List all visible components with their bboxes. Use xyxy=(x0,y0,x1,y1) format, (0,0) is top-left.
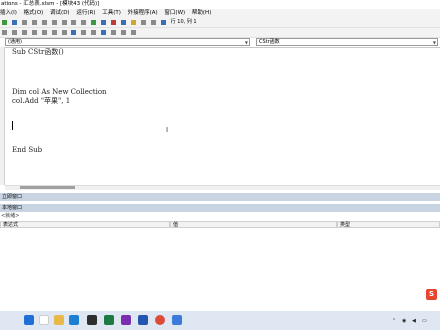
copy-icon[interactable] xyxy=(41,20,47,25)
save-icon[interactable] xyxy=(21,20,27,25)
paste-icon[interactable] xyxy=(51,20,57,25)
list-properties-icon[interactable] xyxy=(2,30,7,35)
next-bookmark-icon[interactable] xyxy=(111,30,117,35)
menu-bar: 插入(I) 格式(O) 调试(D) 运行(R) 工具(T) 外接程序(A) 窗口… xyxy=(0,9,440,18)
standard-toolbar: 行 10, 列 1 xyxy=(0,18,440,28)
menu-help[interactable]: 帮助(H) xyxy=(192,10,211,16)
previous-bookmark-icon[interactable] xyxy=(121,30,127,35)
menu-insert[interactable]: 插入(I) xyxy=(0,10,17,16)
clock[interactable]: ▭ xyxy=(422,318,427,324)
column-header-value[interactable]: 值 xyxy=(170,221,337,228)
insert-module-icon[interactable] xyxy=(11,20,17,25)
view-excel-icon[interactable] xyxy=(2,20,7,25)
design-mode-icon[interactable] xyxy=(121,20,127,25)
menu-debug[interactable]: 调试(D) xyxy=(50,10,70,16)
windows-taskbar xyxy=(0,311,440,330)
ibeam-cursor-icon: I xyxy=(166,126,169,134)
code-line: End Sub xyxy=(12,146,43,154)
chrome-icon[interactable] xyxy=(155,315,165,325)
toggle-bookmark-icon[interactable] xyxy=(101,30,107,35)
cursor-position: 行 10, 列 1 xyxy=(170,19,197,25)
locals-context: <就绪> xyxy=(1,213,20,219)
object-combo-value: (通用) xyxy=(8,39,22,45)
quick-info-icon[interactable] xyxy=(21,30,27,35)
comment-block-icon[interactable] xyxy=(81,30,87,35)
locals-table[interactable] xyxy=(0,221,440,311)
find-icon[interactable] xyxy=(61,20,67,25)
properties-icon[interactable] xyxy=(140,20,146,25)
chevron-down-icon: ▼ xyxy=(432,40,436,45)
text-caret xyxy=(12,121,13,130)
parameter-info-icon[interactable] xyxy=(31,30,37,35)
chevron-down-icon: ▼ xyxy=(244,40,248,45)
margin-indicator-bar[interactable] xyxy=(0,47,5,185)
menu-format[interactable]: 格式(O) xyxy=(24,10,44,16)
code-editor[interactable] xyxy=(0,47,440,185)
object-combo[interactable]: (通用) ▼ xyxy=(5,38,250,46)
code-line: Sub CStr函数() xyxy=(12,48,64,56)
complete-word-icon[interactable] xyxy=(41,30,47,35)
outdent-icon[interactable] xyxy=(61,30,67,35)
locals-window-header[interactable]: 本地窗口 xyxy=(0,204,440,212)
reset-icon[interactable] xyxy=(111,20,117,25)
column-header-type[interactable]: 类型 xyxy=(337,221,440,228)
network-icon[interactable]: ◉ xyxy=(402,318,406,324)
menu-window[interactable]: 窗口(W) xyxy=(164,10,185,16)
list-constants-icon[interactable] xyxy=(11,30,17,35)
edit-toolbar xyxy=(0,28,440,38)
uncomment-block-icon[interactable] xyxy=(91,30,97,35)
run-icon[interactable] xyxy=(91,20,97,25)
menu-addins[interactable]: 外接程序(A) xyxy=(128,10,158,16)
menu-tools[interactable]: 工具(T) xyxy=(102,10,121,16)
word-icon[interactable] xyxy=(138,315,148,325)
immediate-window-header[interactable]: 立即窗口 xyxy=(0,193,440,201)
edge-icon[interactable] xyxy=(69,315,79,325)
object-browser-icon[interactable] xyxy=(150,20,156,25)
redo-icon[interactable] xyxy=(81,20,87,25)
column-header-expression[interactable]: 表达式 xyxy=(0,221,170,228)
volume-icon[interactable]: ◀ xyxy=(412,318,416,324)
file-explorer-icon[interactable] xyxy=(54,315,64,325)
vba-editor-icon[interactable] xyxy=(121,315,131,325)
start-icon[interactable] xyxy=(24,315,34,325)
app-icon[interactable] xyxy=(87,315,97,325)
menu-run[interactable]: 运行(R) xyxy=(76,10,95,16)
window-title: ations - 汇总表.xlsm - [模块43 (代码)] xyxy=(0,0,440,9)
break-icon[interactable] xyxy=(101,20,107,25)
project-explorer-icon[interactable] xyxy=(130,20,136,25)
tray-chevron-icon[interactable]: ⌃ xyxy=(392,318,396,324)
code-line: Dim col As New Collection xyxy=(12,88,107,96)
cut-icon[interactable] xyxy=(31,20,37,25)
indent-icon[interactable] xyxy=(51,30,57,35)
wps-floating-icon[interactable]: S xyxy=(426,289,437,300)
scrollbar-thumb[interactable] xyxy=(20,186,75,189)
procedure-combo[interactable]: CStr函数 ▼ xyxy=(256,38,438,46)
undo-icon[interactable] xyxy=(71,20,77,25)
excel-icon[interactable] xyxy=(104,315,114,325)
toggle-breakpoint-icon[interactable] xyxy=(71,30,77,35)
clear-bookmarks-icon[interactable] xyxy=(130,30,136,35)
procedure-combo-value: CStr函数 xyxy=(259,39,280,45)
app-icon[interactable] xyxy=(172,315,182,325)
help-icon[interactable] xyxy=(160,20,166,25)
code-line: col.Add "苹果", 1 xyxy=(12,97,71,105)
search-icon[interactable] xyxy=(39,315,49,325)
